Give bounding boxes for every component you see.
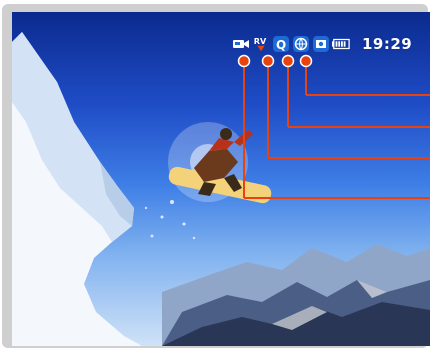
rv-icon: RV bbox=[252, 35, 270, 53]
globe-icon bbox=[292, 35, 310, 53]
status-bar: RV Q bbox=[232, 34, 350, 54]
screen-area bbox=[12, 12, 430, 346]
battery-icon bbox=[332, 35, 350, 53]
snowboard-background-image bbox=[12, 32, 430, 346]
rv-icon-text: RV bbox=[254, 36, 267, 46]
clock-time: 19:29 bbox=[362, 35, 413, 53]
photo-icon bbox=[312, 35, 330, 53]
q-icon-text: Q bbox=[276, 38, 286, 52]
q-icon: Q bbox=[272, 35, 290, 53]
video-camera-icon bbox=[232, 35, 250, 53]
